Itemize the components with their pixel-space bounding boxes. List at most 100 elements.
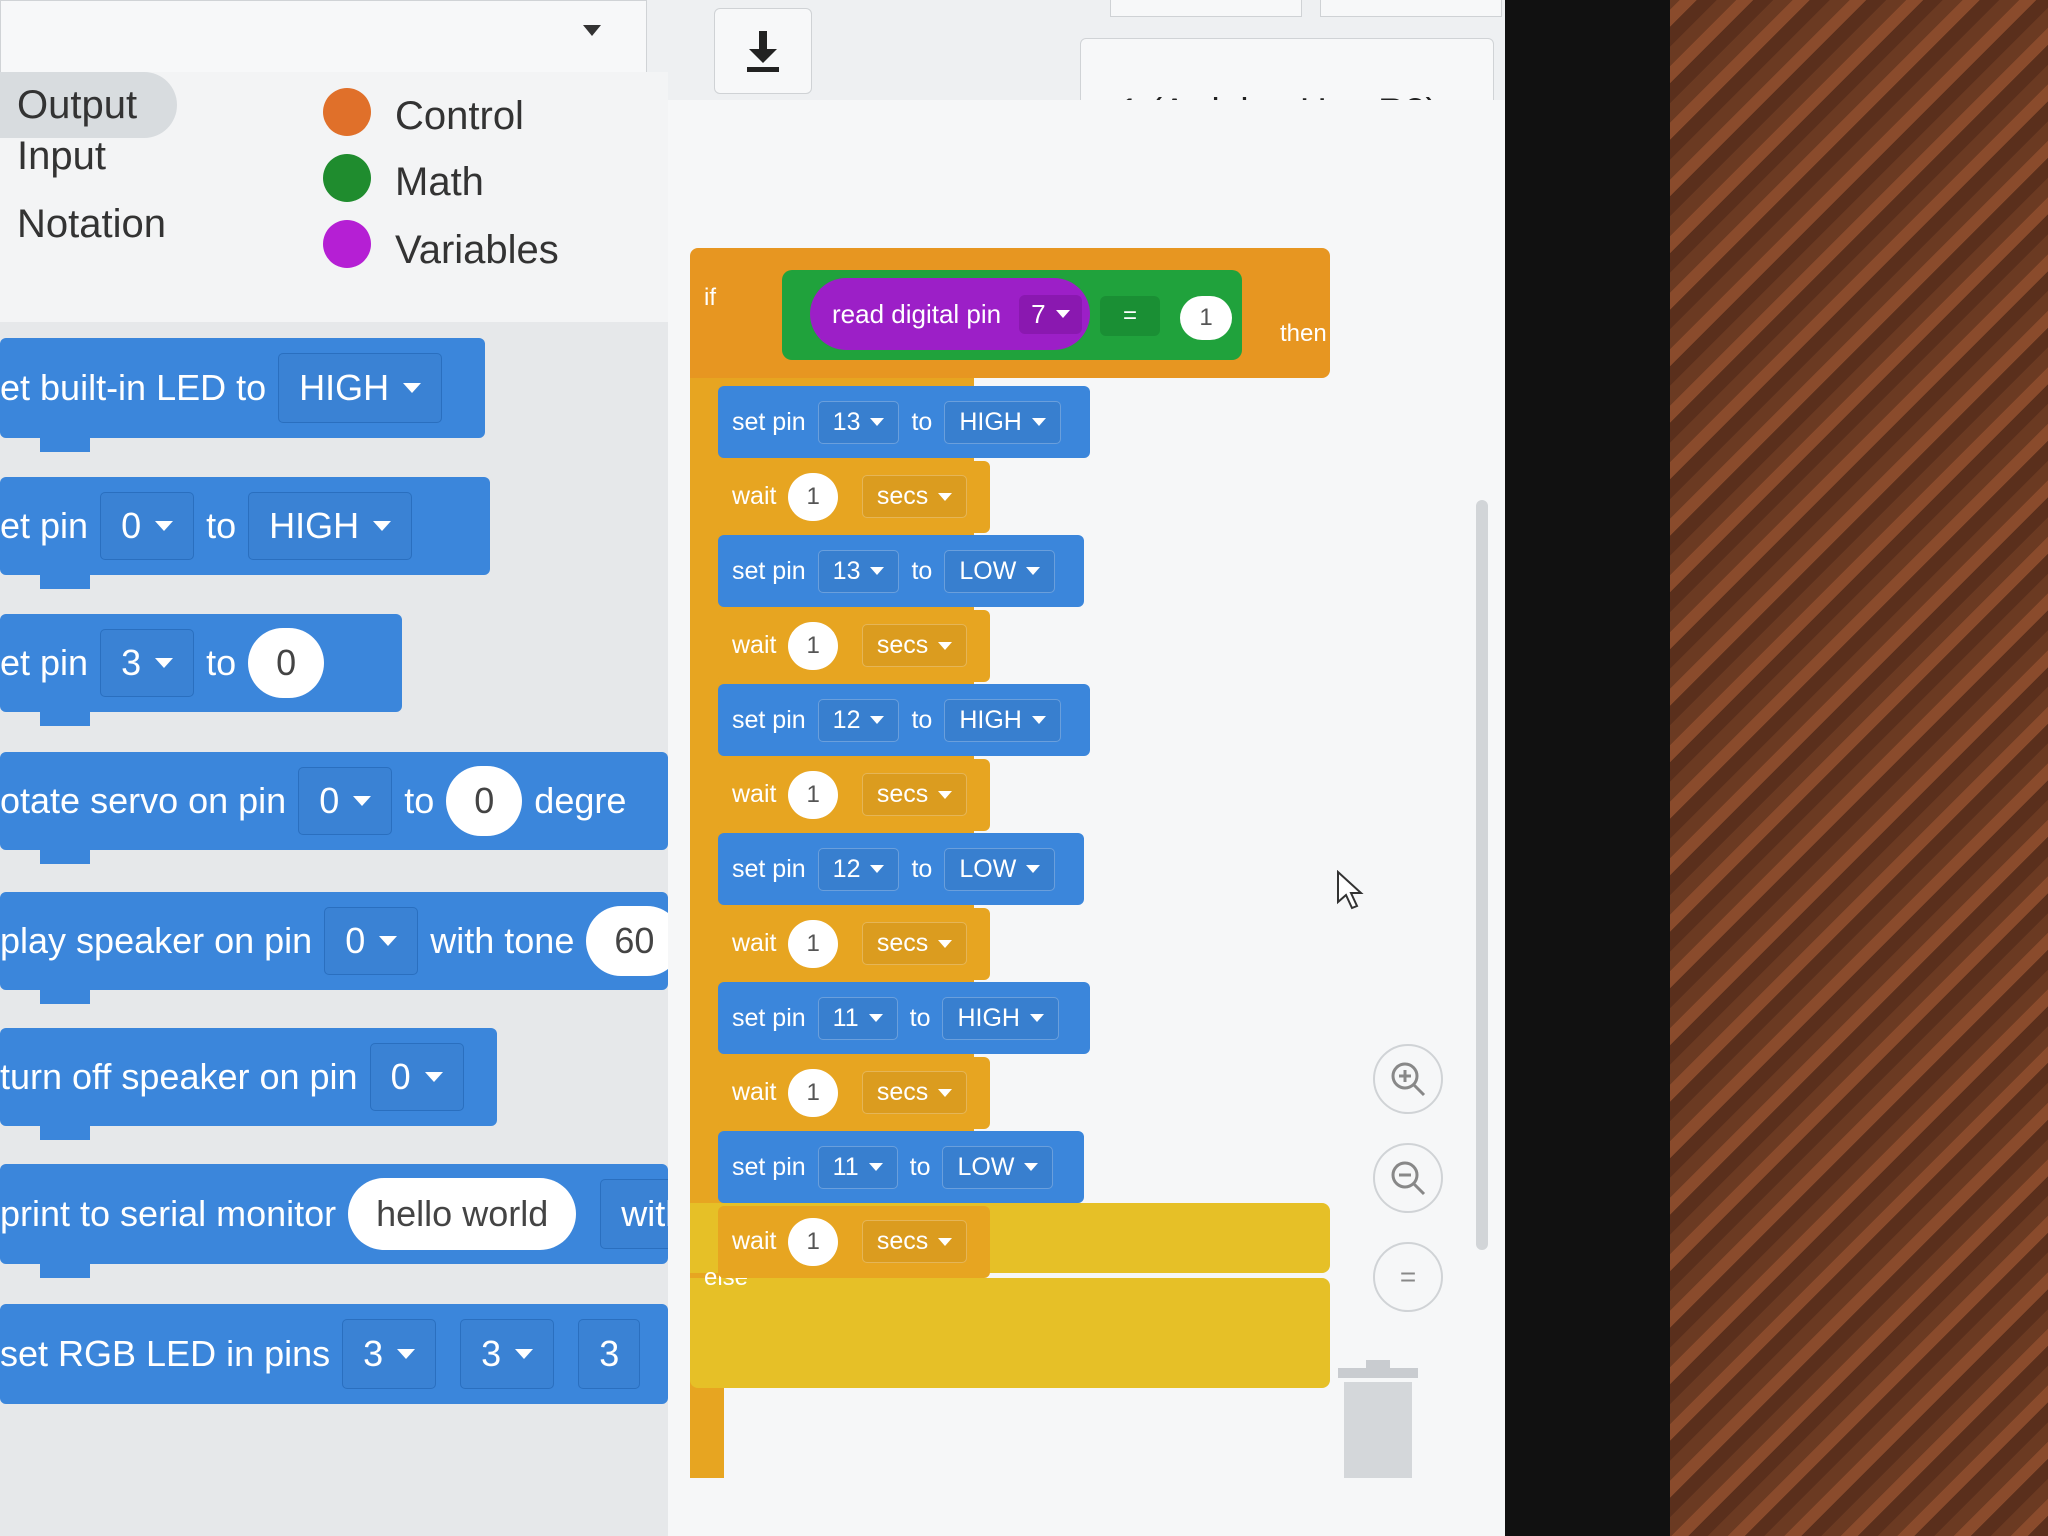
pin-dropdown[interactable]: 13 <box>817 400 900 444</box>
to-label: to <box>911 407 933 436</box>
zoom-out-button[interactable] <box>1373 1143 1443 1213</box>
block-notch <box>40 710 90 726</box>
chevron-down-icon <box>870 716 885 724</box>
toolbar-tab[interactable] <box>1110 0 1302 17</box>
set-pin-block[interactable]: set pin 12 to HIGH <box>718 684 1090 756</box>
category-output[interactable]: Output <box>0 72 178 138</box>
block-turn-off-speaker[interactable]: turn off speaker on pin 0 <box>0 1028 497 1140</box>
unit-dropdown[interactable]: secs <box>861 475 968 518</box>
wait-block[interactable]: wait 1 secs <box>718 758 990 831</box>
block-notch <box>40 1124 90 1140</box>
angle-input[interactable]: 0 <box>446 765 523 837</box>
compare-value-input[interactable]: 1 <box>1180 296 1232 340</box>
pin-dropdown[interactable]: 0 <box>298 766 393 836</box>
unit-dropdown[interactable]: secs <box>861 922 968 965</box>
operator-dropdown[interactable]: = <box>1100 296 1160 336</box>
unit-dropdown[interactable]: secs <box>861 773 968 816</box>
block-play-speaker[interactable]: play speaker on pin 0 with tone 60 <box>0 892 668 1004</box>
wait-value-input[interactable]: 1 <box>788 1217 838 1266</box>
wait-label: wait <box>732 929 777 957</box>
wait-block[interactable]: wait 1 secs <box>718 460 990 533</box>
read-digital-pin-block[interactable]: read digital pin 7 <box>810 278 1090 350</box>
message-input[interactable]: hello world <box>348 1178 577 1250</box>
wait-label: wait <box>732 1078 777 1106</box>
category-control[interactable]: Control <box>395 94 524 139</box>
category-math[interactable]: Math <box>395 160 484 205</box>
pin-dropdown[interactable]: 11 <box>817 1145 898 1189</box>
pin-dropdown[interactable]: 0 <box>100 491 195 561</box>
category-notation[interactable]: Notation <box>17 202 166 247</box>
category-variables[interactable]: Variables <box>395 228 559 273</box>
value-dropdown[interactable]: HIGH <box>278 353 443 423</box>
unit-dropdown[interactable]: secs <box>861 1220 968 1263</box>
pin-dropdown[interactable]: 12 <box>817 847 900 891</box>
pin-dropdown[interactable]: 3 <box>460 1319 555 1389</box>
block-label: print to serial monitor <box>0 1193 337 1234</box>
pin-dropdown[interactable]: 7 <box>1019 294 1082 334</box>
unit-dropdown[interactable]: secs <box>861 624 968 667</box>
pin-dropdown[interactable]: 11 <box>817 996 898 1040</box>
workspace-scrollbar[interactable] <box>1476 500 1488 1250</box>
block-set-rgb-led[interactable]: set RGB LED in pins 3 3 3 <box>0 1304 668 1404</box>
wait-value-input[interactable]: 1 <box>788 919 838 968</box>
dropdown-value: LOW <box>959 854 1017 883</box>
wait-block[interactable]: wait 1 secs <box>718 1056 990 1129</box>
value-dropdown[interactable]: HIGH <box>248 491 413 561</box>
pin-dropdown[interactable]: 0 <box>324 906 419 976</box>
tone-input[interactable]: 60 <box>586 905 668 977</box>
dropdown-value: HIGH <box>959 407 1022 436</box>
chevron-down-icon <box>1029 1014 1044 1022</box>
category-input[interactable]: Input <box>17 134 106 179</box>
download-button[interactable] <box>714 8 812 94</box>
set-pin-block[interactable]: set pin 13 to LOW <box>718 535 1084 607</box>
zoom-reset-button[interactable]: = <box>1373 1242 1443 1312</box>
value-dropdown[interactable]: HIGH <box>944 400 1061 444</box>
value-dropdown[interactable]: HIGH <box>942 996 1059 1040</box>
block-set-pin-analog[interactable]: et pin 3 to 0 <box>0 614 402 726</box>
block-print-serial[interactable]: print to serial monitor hello world with <box>0 1164 668 1278</box>
value-input[interactable]: 0 <box>248 627 325 699</box>
unit-dropdown[interactable]: secs <box>861 1071 968 1114</box>
set-pin-block[interactable]: set pin 11 to HIGH <box>718 982 1090 1054</box>
if-else-block[interactable]: if then else read digital pin 7 = 1 set … <box>690 248 1330 1478</box>
set-pin-label: set pin <box>732 1003 806 1032</box>
wait-block[interactable]: wait 1 secs <box>718 907 990 980</box>
pin-dropdown[interactable]: 12 <box>817 698 900 742</box>
pin-dropdown[interactable]: 3 <box>100 628 195 698</box>
pin-dropdown[interactable]: 3 <box>578 1319 641 1389</box>
trash-icon[interactable] <box>1338 1360 1418 1480</box>
to-label: to <box>909 1152 931 1181</box>
mode-dropdown[interactable] <box>0 0 647 74</box>
value-dropdown[interactable]: LOW <box>944 549 1056 593</box>
block-rotate-servo[interactable]: otate servo on pin 0 to 0 degre <box>0 752 668 864</box>
pin-dropdown[interactable]: 0 <box>369 1042 464 1112</box>
wait-value-input[interactable]: 1 <box>788 472 838 521</box>
wait-value-input[interactable]: 1 <box>788 621 838 670</box>
control-color-dot <box>323 88 371 136</box>
wait-block[interactable]: wait 1 secs <box>718 1205 990 1278</box>
option-dropdown[interactable]: with <box>600 1179 668 1249</box>
wait-value-input[interactable]: 1 <box>788 1068 838 1117</box>
set-pin-block[interactable]: set pin 11 to LOW <box>718 1131 1084 1203</box>
wait-block[interactable]: wait 1 secs <box>718 609 990 682</box>
zoom-out-icon <box>1391 1161 1426 1196</box>
block-label: with tone <box>430 920 575 961</box>
chevron-down-icon <box>868 1014 883 1022</box>
zoom-in-button[interactable] <box>1373 1044 1443 1114</box>
toolbar-tab[interactable] <box>1320 0 1502 17</box>
set-pin-block[interactable]: set pin 12 to LOW <box>718 833 1084 905</box>
pin-dropdown[interactable]: 3 <box>342 1319 437 1389</box>
block-set-pin-digital[interactable]: et pin 0 to HIGH <box>0 477 490 589</box>
wait-value-input[interactable]: 1 <box>788 770 838 819</box>
value-dropdown[interactable]: HIGH <box>944 698 1061 742</box>
set-pin-label: set pin <box>732 705 806 734</box>
block-builtin-led[interactable]: et built-in LED to HIGH <box>0 338 485 452</box>
value-dropdown[interactable]: LOW <box>942 1145 1054 1189</box>
block-notch <box>40 988 90 1004</box>
value-dropdown[interactable]: LOW <box>944 847 1056 891</box>
chevron-down-icon <box>870 567 885 575</box>
read-label: read digital pin <box>832 298 1002 329</box>
pin-dropdown[interactable]: 13 <box>817 549 900 593</box>
dropdown-value: secs <box>876 780 929 808</box>
set-pin-block[interactable]: set pin 13 to HIGH <box>718 386 1090 458</box>
